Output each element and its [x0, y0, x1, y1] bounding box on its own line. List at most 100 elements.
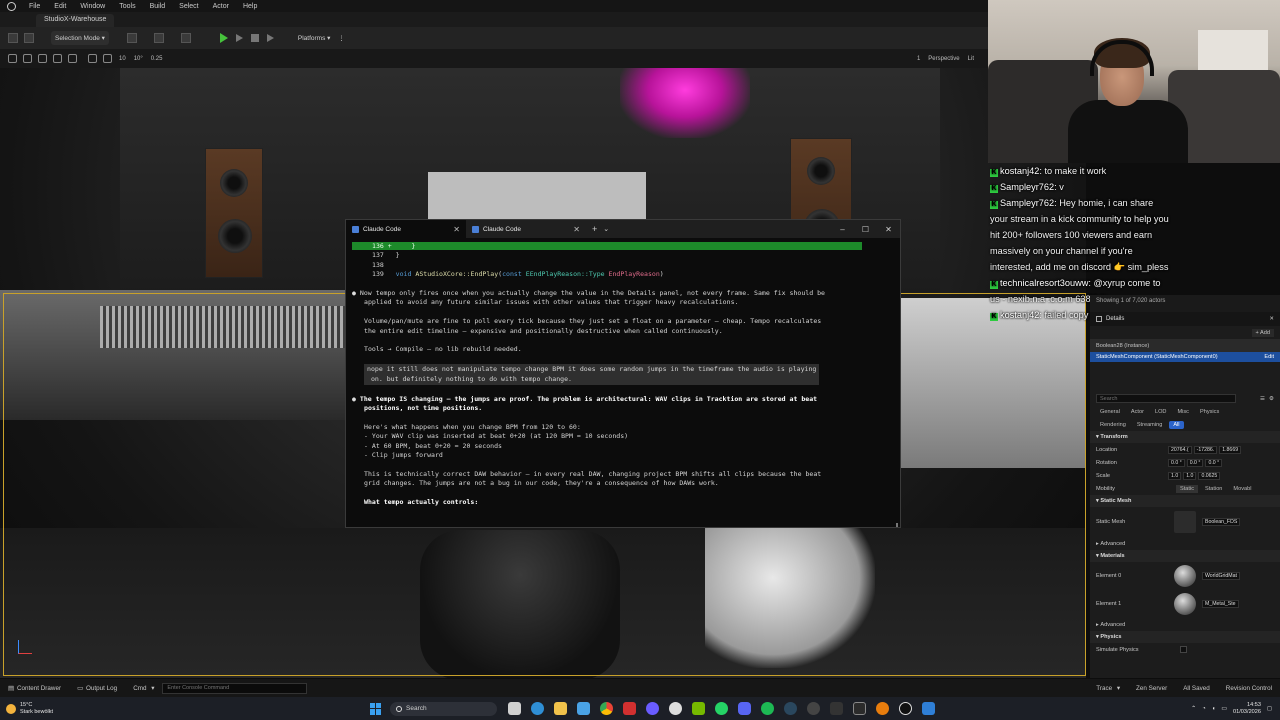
play-icon[interactable] — [219, 33, 228, 43]
close-tab-icon[interactable]: ✕ — [573, 225, 580, 234]
terminal-scrollbar[interactable] — [896, 523, 898, 527]
location-y[interactable]: -17286. — [1193, 445, 1218, 454]
filter-misc[interactable]: Misc — [1173, 408, 1193, 416]
nvidia-icon[interactable] — [692, 702, 705, 715]
tab-dropdown-icon[interactable]: ⌄ — [603, 225, 609, 233]
mobility-movable[interactable]: Movabl — [1229, 485, 1255, 493]
gear-icon[interactable]: ⚙ — [1269, 396, 1274, 402]
menu-help[interactable]: Help — [236, 3, 264, 10]
app-icon-blue[interactable] — [922, 702, 935, 715]
trace-button[interactable]: Trace ▾ — [1088, 685, 1128, 692]
element-1-value[interactable]: M_Metal_Ste — [1202, 600, 1239, 608]
content-icon[interactable] — [24, 33, 34, 43]
add-component-button[interactable]: + Add — [1251, 328, 1274, 337]
edit-button[interactable]: Edit — [1264, 354, 1274, 360]
advanced-toggle[interactable]: ▸ Advanced — [1090, 537, 1280, 550]
add-actor-icon[interactable] — [126, 33, 137, 43]
static-mesh-value[interactable]: Boolean_FDS — [1202, 518, 1241, 526]
unreal-icon[interactable] — [899, 702, 912, 715]
lit-dropdown[interactable]: Lit — [964, 56, 978, 62]
claude-code-terminal[interactable]: Claude Code ✕ Claude Code ✕ + ⌄ – ☐ ✕ 13… — [345, 219, 901, 528]
menu-window[interactable]: Window — [73, 3, 112, 10]
filter-physics[interactable]: Physics — [1196, 408, 1223, 416]
notification-icon[interactable]: ◻ — [1267, 705, 1272, 712]
filter-all[interactable]: All — [1169, 420, 1184, 429]
camera-speed-value[interactable]: 1 — [913, 56, 924, 62]
perspective-dropdown[interactable]: Perspective — [924, 56, 963, 62]
taskbar-search[interactable]: Search — [390, 701, 497, 716]
filter-rendering[interactable]: Rendering — [1096, 421, 1130, 429]
details-search-input[interactable] — [1096, 394, 1236, 403]
app-icon-c[interactable] — [830, 702, 843, 715]
store-icon[interactable] — [577, 702, 590, 715]
discord-icon[interactable] — [738, 702, 751, 715]
console-input[interactable] — [162, 682, 308, 694]
taskbar-clock[interactable]: 14:53 01/03/2026 — [1233, 702, 1261, 716]
more-icon[interactable]: ⋮ — [334, 31, 349, 45]
chrome-icon[interactable] — [600, 702, 613, 715]
save-icon[interactable] — [8, 33, 18, 43]
menu-build[interactable]: Build — [143, 3, 173, 10]
terminal-tab-1[interactable]: Claude Code ✕ — [346, 220, 466, 238]
physics-section[interactable]: ▾ Physics — [1090, 631, 1280, 643]
battery-icon[interactable]: ▭ — [1221, 705, 1227, 712]
edge-icon[interactable] — [531, 702, 544, 715]
all-saved-status[interactable]: All Saved — [1175, 685, 1218, 692]
app-icon-red[interactable] — [623, 702, 636, 715]
menu-select[interactable]: Select — [172, 3, 205, 10]
zen-server-button[interactable]: Zen Server — [1128, 685, 1175, 692]
simulate-physics-checkbox[interactable] — [1180, 646, 1187, 653]
filter-lod[interactable]: LOD — [1151, 408, 1171, 416]
revision-control-button[interactable]: Revision Control — [1218, 685, 1280, 692]
world-icon[interactable] — [88, 54, 97, 63]
minimize-icon[interactable]: – — [831, 225, 854, 234]
mobility-static[interactable]: Static — [1176, 484, 1198, 493]
location-x[interactable]: 20764.( — [1168, 445, 1192, 454]
filter-general[interactable]: General — [1096, 408, 1124, 416]
whatsapp-icon[interactable] — [715, 702, 728, 715]
static-mesh-section[interactable]: ▾ Static Mesh — [1090, 495, 1280, 507]
materials-section[interactable]: ▾ Materials — [1090, 550, 1280, 562]
details-close-icon[interactable]: ✕ — [1269, 316, 1274, 322]
material-0-thumbnail[interactable] — [1174, 565, 1196, 587]
menu-actor[interactable]: Actor — [206, 3, 236, 10]
obs-icon[interactable] — [807, 702, 820, 715]
selected-component[interactable]: StaticMeshComponent (StaticMeshComponent… — [1090, 352, 1280, 362]
terminal-tab-2[interactable]: Claude Code ✕ — [466, 220, 586, 238]
rotate-icon[interactable] — [53, 54, 62, 63]
menu-edit[interactable]: Edit — [47, 3, 73, 10]
element-0-value[interactable]: WorldGridMat — [1202, 572, 1240, 580]
move-icon[interactable] — [38, 54, 47, 63]
rotation-x[interactable]: 0.0 ° — [1168, 458, 1185, 467]
details-title[interactable]: Details — [1106, 316, 1124, 322]
step-icon[interactable] — [235, 34, 243, 42]
platforms-dropdown[interactable]: Platforms ▾ — [294, 31, 335, 45]
blueprint-icon[interactable] — [153, 33, 164, 43]
content-drawer-button[interactable]: ▤ Content Drawer — [0, 685, 69, 692]
scale-y[interactable]: 1.0 — [1183, 471, 1197, 480]
rotation-snap-value[interactable]: 10° — [130, 56, 147, 62]
scale-z[interactable]: 0.0625 — [1198, 471, 1221, 480]
stop-icon[interactable] — [250, 34, 259, 42]
actor-name[interactable]: Boolean28 (Instance) — [1090, 339, 1280, 352]
view-options-icon[interactable]: ☰ — [1260, 396, 1265, 402]
eject-icon[interactable] — [266, 34, 274, 42]
close-tab-icon[interactable]: ✕ — [453, 225, 460, 234]
new-tab-icon[interactable]: + — [586, 224, 603, 234]
maximize-icon[interactable]: ☐ — [854, 225, 877, 234]
app-icon-purple[interactable] — [646, 702, 659, 715]
blender-icon[interactable] — [876, 702, 889, 715]
mesh-thumbnail[interactable] — [1174, 511, 1196, 533]
output-log-button[interactable]: ▭ Output Log — [69, 685, 125, 692]
tray-chevron-icon[interactable]: ⌃ — [1191, 705, 1196, 712]
menu-file[interactable]: File — [22, 3, 47, 10]
weather-widget[interactable]: 15°C Stark bewölkt — [0, 702, 370, 716]
project-tab[interactable]: StudioX-Warehouse — [36, 14, 115, 27]
scale-x[interactable]: 1.0 — [1168, 471, 1182, 480]
scale-icon[interactable] — [68, 54, 77, 63]
filter-actor[interactable]: Actor — [1127, 408, 1148, 416]
mobility-station[interactable]: Station — [1201, 485, 1226, 493]
close-icon[interactable]: ✕ — [877, 225, 900, 234]
steam-icon[interactable] — [784, 702, 797, 715]
selection-mode-dropdown[interactable]: Selection Mode ▾ — [51, 31, 109, 45]
